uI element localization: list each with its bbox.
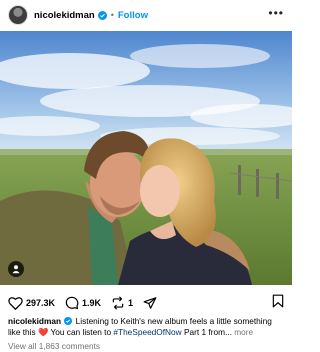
username[interactable]: nicolekidman [34, 10, 95, 21]
more-options-icon[interactable]: ••• [268, 7, 284, 22]
photo-illustration [0, 31, 292, 285]
verified-badge-icon [97, 10, 107, 20]
heart-icon [8, 297, 23, 310]
repost-button[interactable]: 1 [111, 296, 133, 310]
comment-count: 1.9K [82, 298, 102, 308]
like-count: 297.3K [26, 298, 56, 308]
save-button[interactable] [272, 294, 284, 313]
tagged-user-icon[interactable] [8, 261, 24, 277]
caption-more-link[interactable]: more [234, 327, 253, 337]
bookmark-icon [272, 294, 284, 307]
caption-text: You can listen to [50, 327, 112, 337]
comment-icon [65, 296, 79, 310]
caption-username[interactable]: nicolekidman [8, 316, 61, 326]
repost-icon [112, 296, 124, 310]
hashtag-link[interactable]: #TheSpeedOfNow [113, 327, 181, 337]
separator-dot: • [110, 10, 114, 20]
share-icon [143, 297, 157, 309]
share-button[interactable] [143, 296, 157, 310]
verified-badge-icon [64, 317, 73, 325]
actions-bar: 297.3K 1.9K 1 [0, 294, 292, 312]
caption-text: Part 1 from... [183, 327, 232, 337]
post-image[interactable] [0, 31, 292, 285]
post-header: nicolekidman • Follow ••• [0, 0, 292, 30]
view-comments-link[interactable]: View all 1,863 comments [8, 341, 100, 351]
heart-emoji: ❤️ [37, 327, 49, 337]
repost-count: 1 [128, 298, 134, 308]
like-button[interactable]: 297.3K [8, 296, 55, 310]
post-caption: nicolekidman Listening to Keith's new al… [8, 316, 286, 338]
avatar[interactable] [8, 5, 28, 25]
comment-button[interactable]: 1.9K [65, 296, 101, 310]
follow-button[interactable]: Follow [118, 10, 148, 21]
